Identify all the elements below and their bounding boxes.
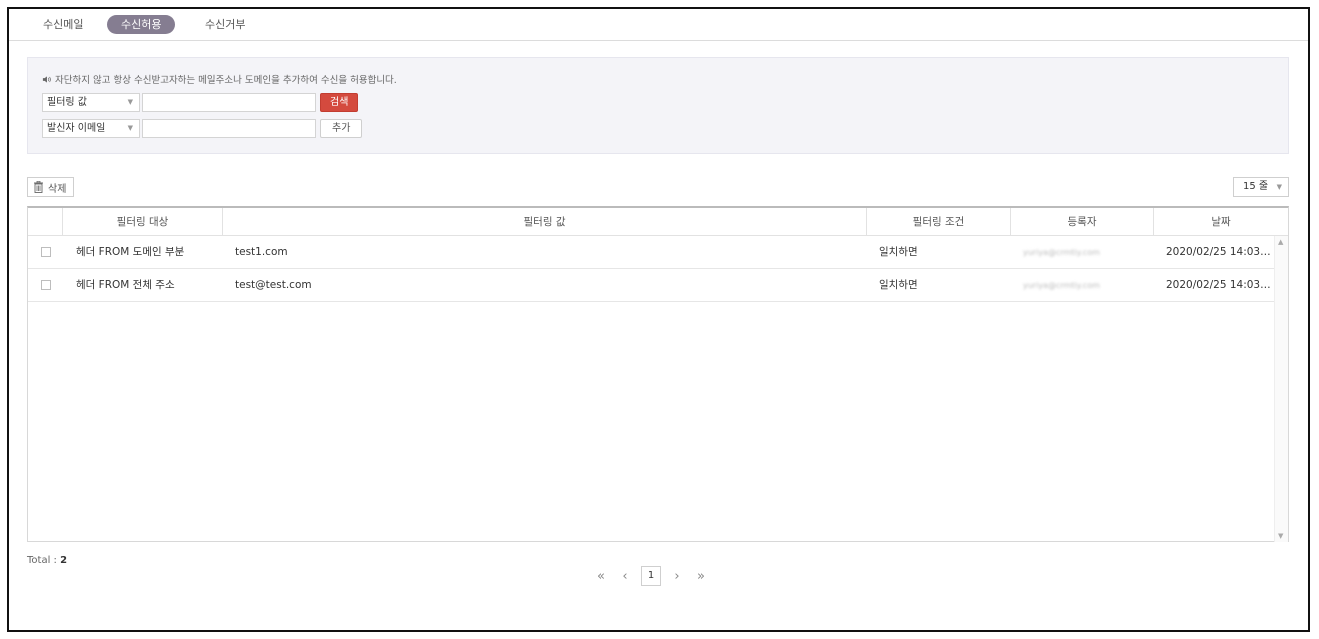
header-date[interactable]: 날짜: [1154, 208, 1288, 236]
row-checkbox[interactable]: [41, 280, 51, 290]
last-page-icon[interactable]: »: [693, 569, 709, 584]
chevron-down-icon: ▼: [127, 98, 133, 106]
sender-type-select[interactable]: 발신자 이메일 ▼: [42, 119, 140, 138]
row-checkbox[interactable]: [41, 247, 51, 257]
cell-registrant: yuriya@crmtiy.com: [1023, 281, 1100, 290]
total-count: Total : 2: [27, 555, 67, 566]
table-header: 필터링 대상 필터링 값 필터링 조건 등록자 날짜: [28, 208, 1288, 236]
rows-per-page-value: 15 줄: [1243, 181, 1269, 192]
add-row: 발신자 이메일 ▼ 추가: [42, 119, 363, 138]
cell-registrant: yuriya@crmtiy.com: [1023, 248, 1100, 257]
header-value[interactable]: 필터링 값: [223, 208, 867, 236]
scroll-down-icon[interactable]: ▼: [1278, 532, 1283, 540]
notice-text: 자단하지 않고 항상 수신받고자하는 메일주소나 도메인을 추가하여 수신을 허…: [55, 75, 397, 86]
cell-value: test1.com: [235, 246, 288, 258]
header-checkbox-col: [28, 208, 63, 236]
chevron-down-icon: ▼: [127, 124, 133, 132]
row-checkbox-cell: [28, 236, 63, 269]
delete-button[interactable]: 삭제: [27, 177, 75, 197]
cell-target: 헤더 FROM 전체 주소: [76, 279, 175, 291]
table-scrollbar[interactable]: ▲ ▼: [1274, 236, 1288, 542]
chevron-down-icon: ▼: [1276, 183, 1282, 191]
prev-page-icon[interactable]: ‹: [617, 569, 633, 584]
first-page-icon[interactable]: «: [593, 569, 609, 584]
rows-per-page-select[interactable]: 15 줄 ▼: [1233, 177, 1289, 197]
search-panel: 자단하지 않고 항상 수신받고자하는 메일주소나 도메인을 추가하여 수신을 허…: [27, 57, 1289, 154]
cell-date: 2020/02/25 14:03:...: [1166, 279, 1272, 291]
header-target[interactable]: 필터링 대상: [63, 208, 223, 236]
table-row[interactable]: 헤더 FROM 도메인 부분 test1.com 일치하면 yuriya@crm…: [28, 236, 1274, 269]
tab-inbox[interactable]: 수신메일: [29, 15, 97, 34]
add-button[interactable]: 추가: [320, 119, 363, 138]
tab-block-list[interactable]: 수신거부: [191, 15, 259, 34]
app-frame: 수신메일 수신허용 수신거부 자단하지 않고 항상 수신받고자하는 메일주소나 …: [7, 7, 1310, 632]
filter-type-select[interactable]: 필터링 값 ▼: [42, 93, 140, 112]
cell-target: 헤더 FROM 도메인 부분: [76, 246, 185, 258]
row-checkbox-cell: [28, 269, 63, 302]
scroll-up-icon[interactable]: ▲: [1278, 238, 1283, 246]
filter-value-input[interactable]: [142, 93, 316, 112]
total-value: 2: [60, 555, 68, 566]
search-button[interactable]: 검색: [320, 93, 359, 112]
sender-type-value: 발신자 이메일: [47, 123, 106, 134]
table-body: 헤더 FROM 도메인 부분 test1.com 일치하면 yuriya@crm…: [28, 236, 1274, 542]
tab-allow-list[interactable]: 수신허용: [107, 15, 176, 34]
tab-bar: 수신메일 수신허용 수신거부: [9, 9, 1308, 41]
next-page-icon[interactable]: ›: [669, 569, 685, 584]
trash-icon: [34, 181, 43, 193]
notice: 자단하지 않고 항상 수신받고자하는 메일주소나 도메인을 추가하여 수신을 허…: [42, 72, 397, 86]
filter-table: 필터링 대상 필터링 값 필터링 조건 등록자 날짜 헤더 FROM 도메인 부…: [27, 206, 1289, 542]
cell-date: 2020/02/25 14:03:...: [1166, 246, 1272, 258]
pagination: « ‹ 1 › »: [593, 566, 709, 586]
cell-condition: 일치하면: [879, 279, 918, 291]
cell-value: test@test.com: [235, 279, 312, 291]
sender-email-input[interactable]: [142, 119, 316, 138]
header-registrant[interactable]: 등록자: [1011, 208, 1154, 236]
total-label: Total :: [27, 555, 61, 566]
header-condition[interactable]: 필터링 조건: [867, 208, 1011, 236]
table-row[interactable]: 헤더 FROM 전체 주소 test@test.com 일치하면 yuriya@…: [28, 269, 1274, 302]
filter-row: 필터링 값 ▼ 검색: [42, 93, 359, 112]
current-page[interactable]: 1: [641, 566, 661, 586]
speaker-icon: [42, 75, 51, 83]
delete-label: 삭제: [48, 183, 67, 195]
filter-type-value: 필터링 값: [47, 97, 87, 108]
cell-condition: 일치하면: [879, 246, 918, 258]
